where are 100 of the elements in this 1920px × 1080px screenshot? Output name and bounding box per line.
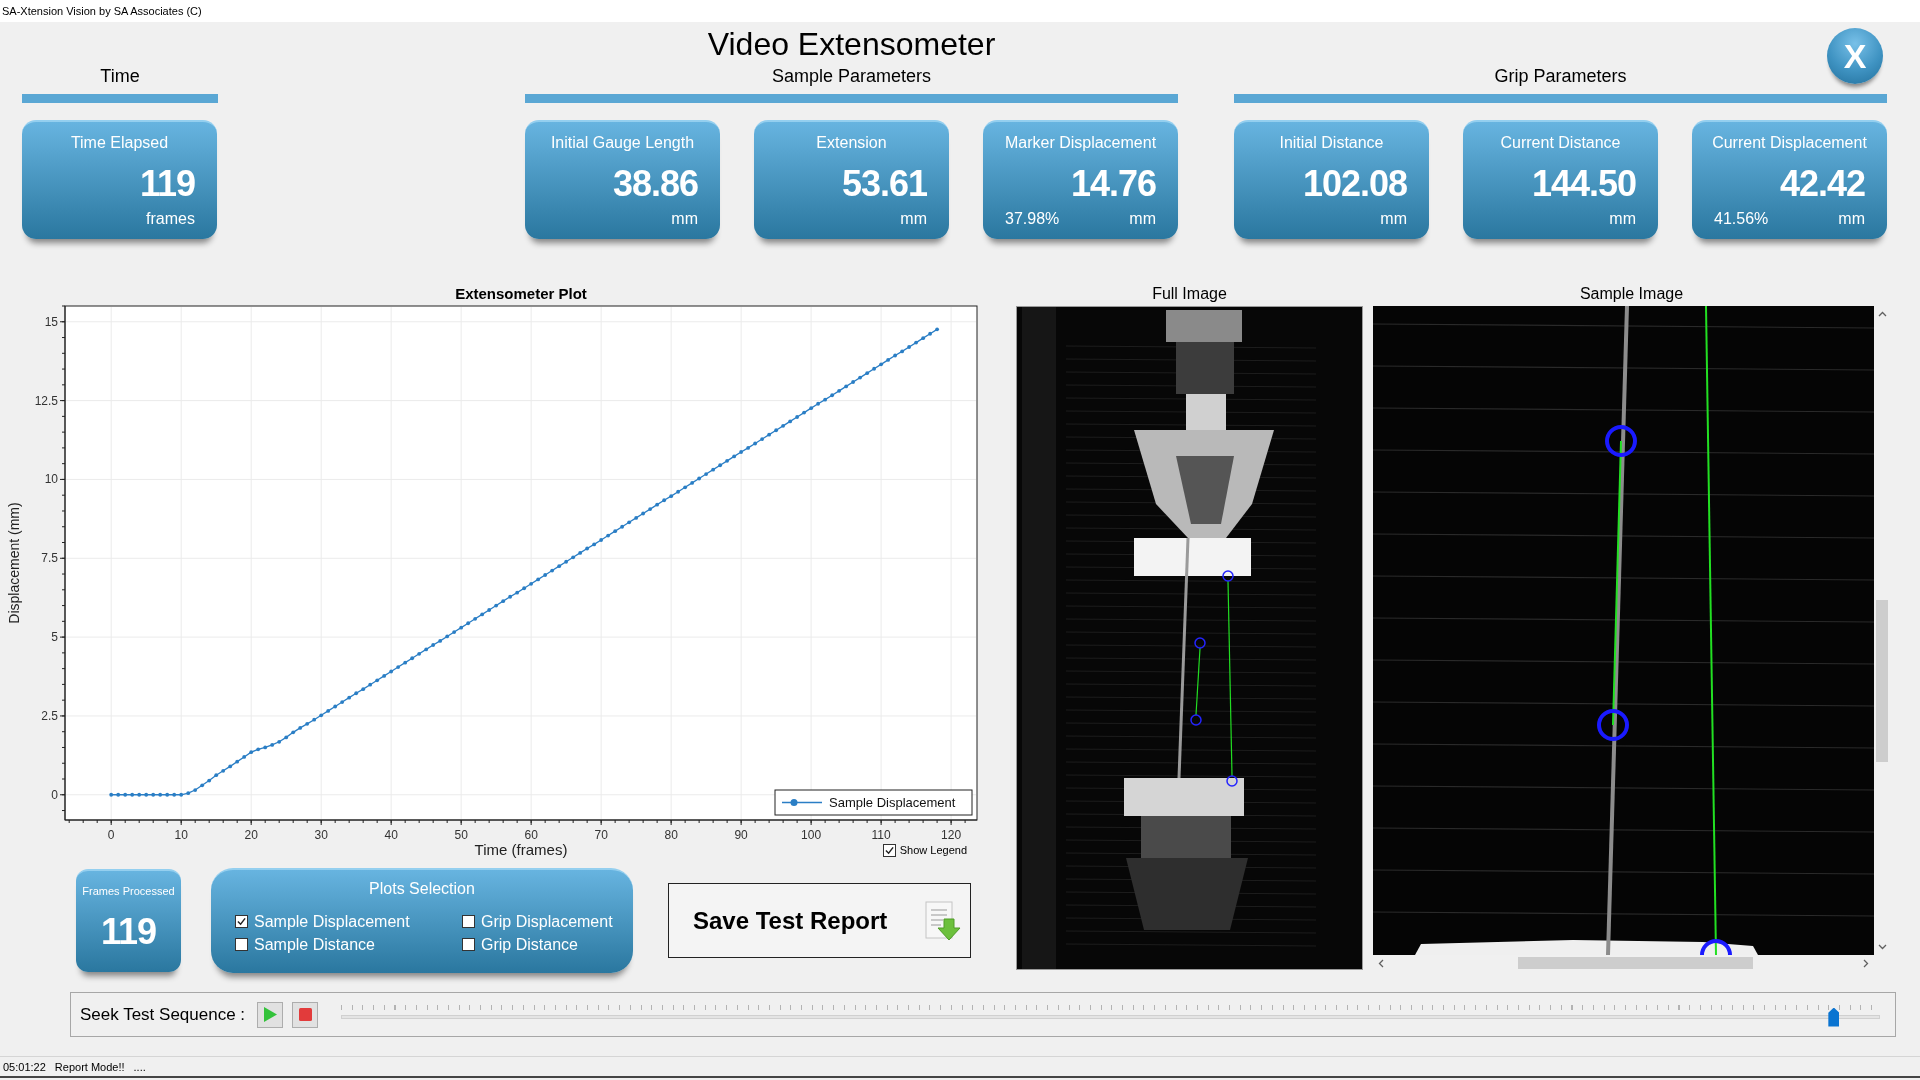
axis-tick-label: 90 [734, 828, 748, 842]
data-point [361, 687, 366, 692]
chevron-up-icon [1877, 311, 1887, 317]
card-label: Initial Distance [1279, 134, 1384, 152]
checkbox[interactable] [462, 938, 475, 951]
data-point [823, 397, 827, 402]
checkbox[interactable] [462, 915, 475, 928]
scrollbar-thumb[interactable] [1518, 957, 1753, 969]
data-point [179, 792, 184, 797]
data-point [921, 336, 925, 341]
checkbox[interactable] [235, 938, 248, 951]
data-point [235, 759, 240, 764]
axis-tick-label: 20 [244, 828, 258, 842]
data-point [900, 349, 904, 354]
data-point [564, 559, 569, 564]
document-download-icon [922, 900, 962, 941]
data-point [319, 713, 324, 718]
axis-tick-label: 0 [51, 787, 58, 802]
data-point [893, 353, 897, 358]
marker-ring-icon [1194, 637, 1206, 649]
data-point [704, 472, 709, 476]
axis-tick-label: 100 [801, 828, 822, 842]
group-title: Time [100, 66, 140, 87]
card-label: Current Distance [1500, 134, 1621, 152]
data-point [340, 700, 345, 704]
data-point [543, 573, 548, 577]
axis-tick-label: 60 [524, 828, 538, 842]
legend-label: Sample Displacement [829, 795, 956, 810]
axis-tick-label: 30 [314, 828, 328, 842]
data-point [697, 476, 702, 481]
checkbox-label: Grip Displacement [481, 912, 613, 931]
card-label: Marker Displacement [1004, 134, 1157, 152]
chevron-down-icon [1877, 944, 1887, 950]
axis-tick-label: 70 [594, 828, 608, 842]
checkbox[interactable] [882, 843, 896, 857]
percent-value: 41.56% [1714, 210, 1769, 228]
data-point [242, 755, 247, 759]
data-point [214, 773, 219, 778]
data-point [165, 792, 170, 797]
data-point [137, 792, 142, 797]
marker-ring-icon [1605, 425, 1637, 457]
data-point [858, 375, 862, 380]
data-point [186, 791, 191, 796]
window-title: SA-Xtension Vision by SA Associates (C) [2, 5, 202, 17]
group-title: Grip Parameters [1494, 66, 1627, 87]
axis-tick-label: 12.5 [34, 393, 58, 408]
card-value: 53.61 [841, 164, 927, 204]
data-point [312, 717, 317, 722]
data-point [193, 788, 198, 792]
data-point [683, 485, 688, 490]
unit-label: mm [1609, 210, 1636, 228]
marker-ring-icon [1700, 939, 1732, 955]
data-point [550, 568, 555, 573]
checkmark-icon [884, 845, 894, 855]
axis-tick-label: 110 [871, 828, 891, 842]
status-text: 05:01:22 [3, 1060, 46, 1073]
seek-slider[interactable] [341, 1002, 1880, 1027]
data-point [410, 656, 415, 661]
data-point [382, 674, 387, 678]
checkbox[interactable] [235, 915, 248, 928]
data-point [466, 621, 471, 626]
data-point [263, 745, 268, 750]
legend-line-icon [781, 799, 823, 806]
data-point [872, 366, 876, 371]
data-point [809, 406, 813, 411]
slider-thumb[interactable] [1828, 1007, 1840, 1027]
card-label: Extension [816, 134, 887, 152]
card-label: Initial Gauge Length [550, 134, 695, 152]
data-point [928, 331, 932, 336]
data-point [536, 577, 541, 582]
data-point [298, 726, 303, 730]
data-point [739, 450, 744, 454]
axis-tick-label: 80 [664, 828, 678, 842]
data-point [424, 647, 429, 652]
data-point [830, 393, 834, 398]
data-point [116, 792, 121, 797]
data-point [753, 441, 757, 446]
data-point [130, 792, 135, 797]
save-report-button[interactable]: Save Test Report [668, 883, 971, 958]
data-point [368, 682, 373, 687]
stop-button[interactable] [292, 1001, 319, 1028]
data-point [529, 581, 534, 586]
data-point [347, 695, 352, 700]
data-point [767, 432, 771, 437]
unit-label: mm [900, 210, 927, 228]
chevron-right-icon [1863, 958, 1869, 968]
data-point [480, 612, 485, 617]
data-point [620, 524, 625, 529]
data-point [305, 721, 310, 726]
unit-label: mm [671, 210, 698, 228]
unit-label: mm [1838, 210, 1865, 228]
data-point [655, 502, 660, 507]
checkbox-label: Show Legend [899, 843, 967, 857]
unit-label: mm [1129, 210, 1156, 228]
data-point [445, 634, 450, 639]
data-point [662, 498, 667, 503]
scrollbar-thumb[interactable] [1876, 600, 1888, 762]
data-point [837, 388, 841, 393]
data-point [501, 599, 506, 604]
axis-tick-label: 10 [174, 828, 188, 842]
